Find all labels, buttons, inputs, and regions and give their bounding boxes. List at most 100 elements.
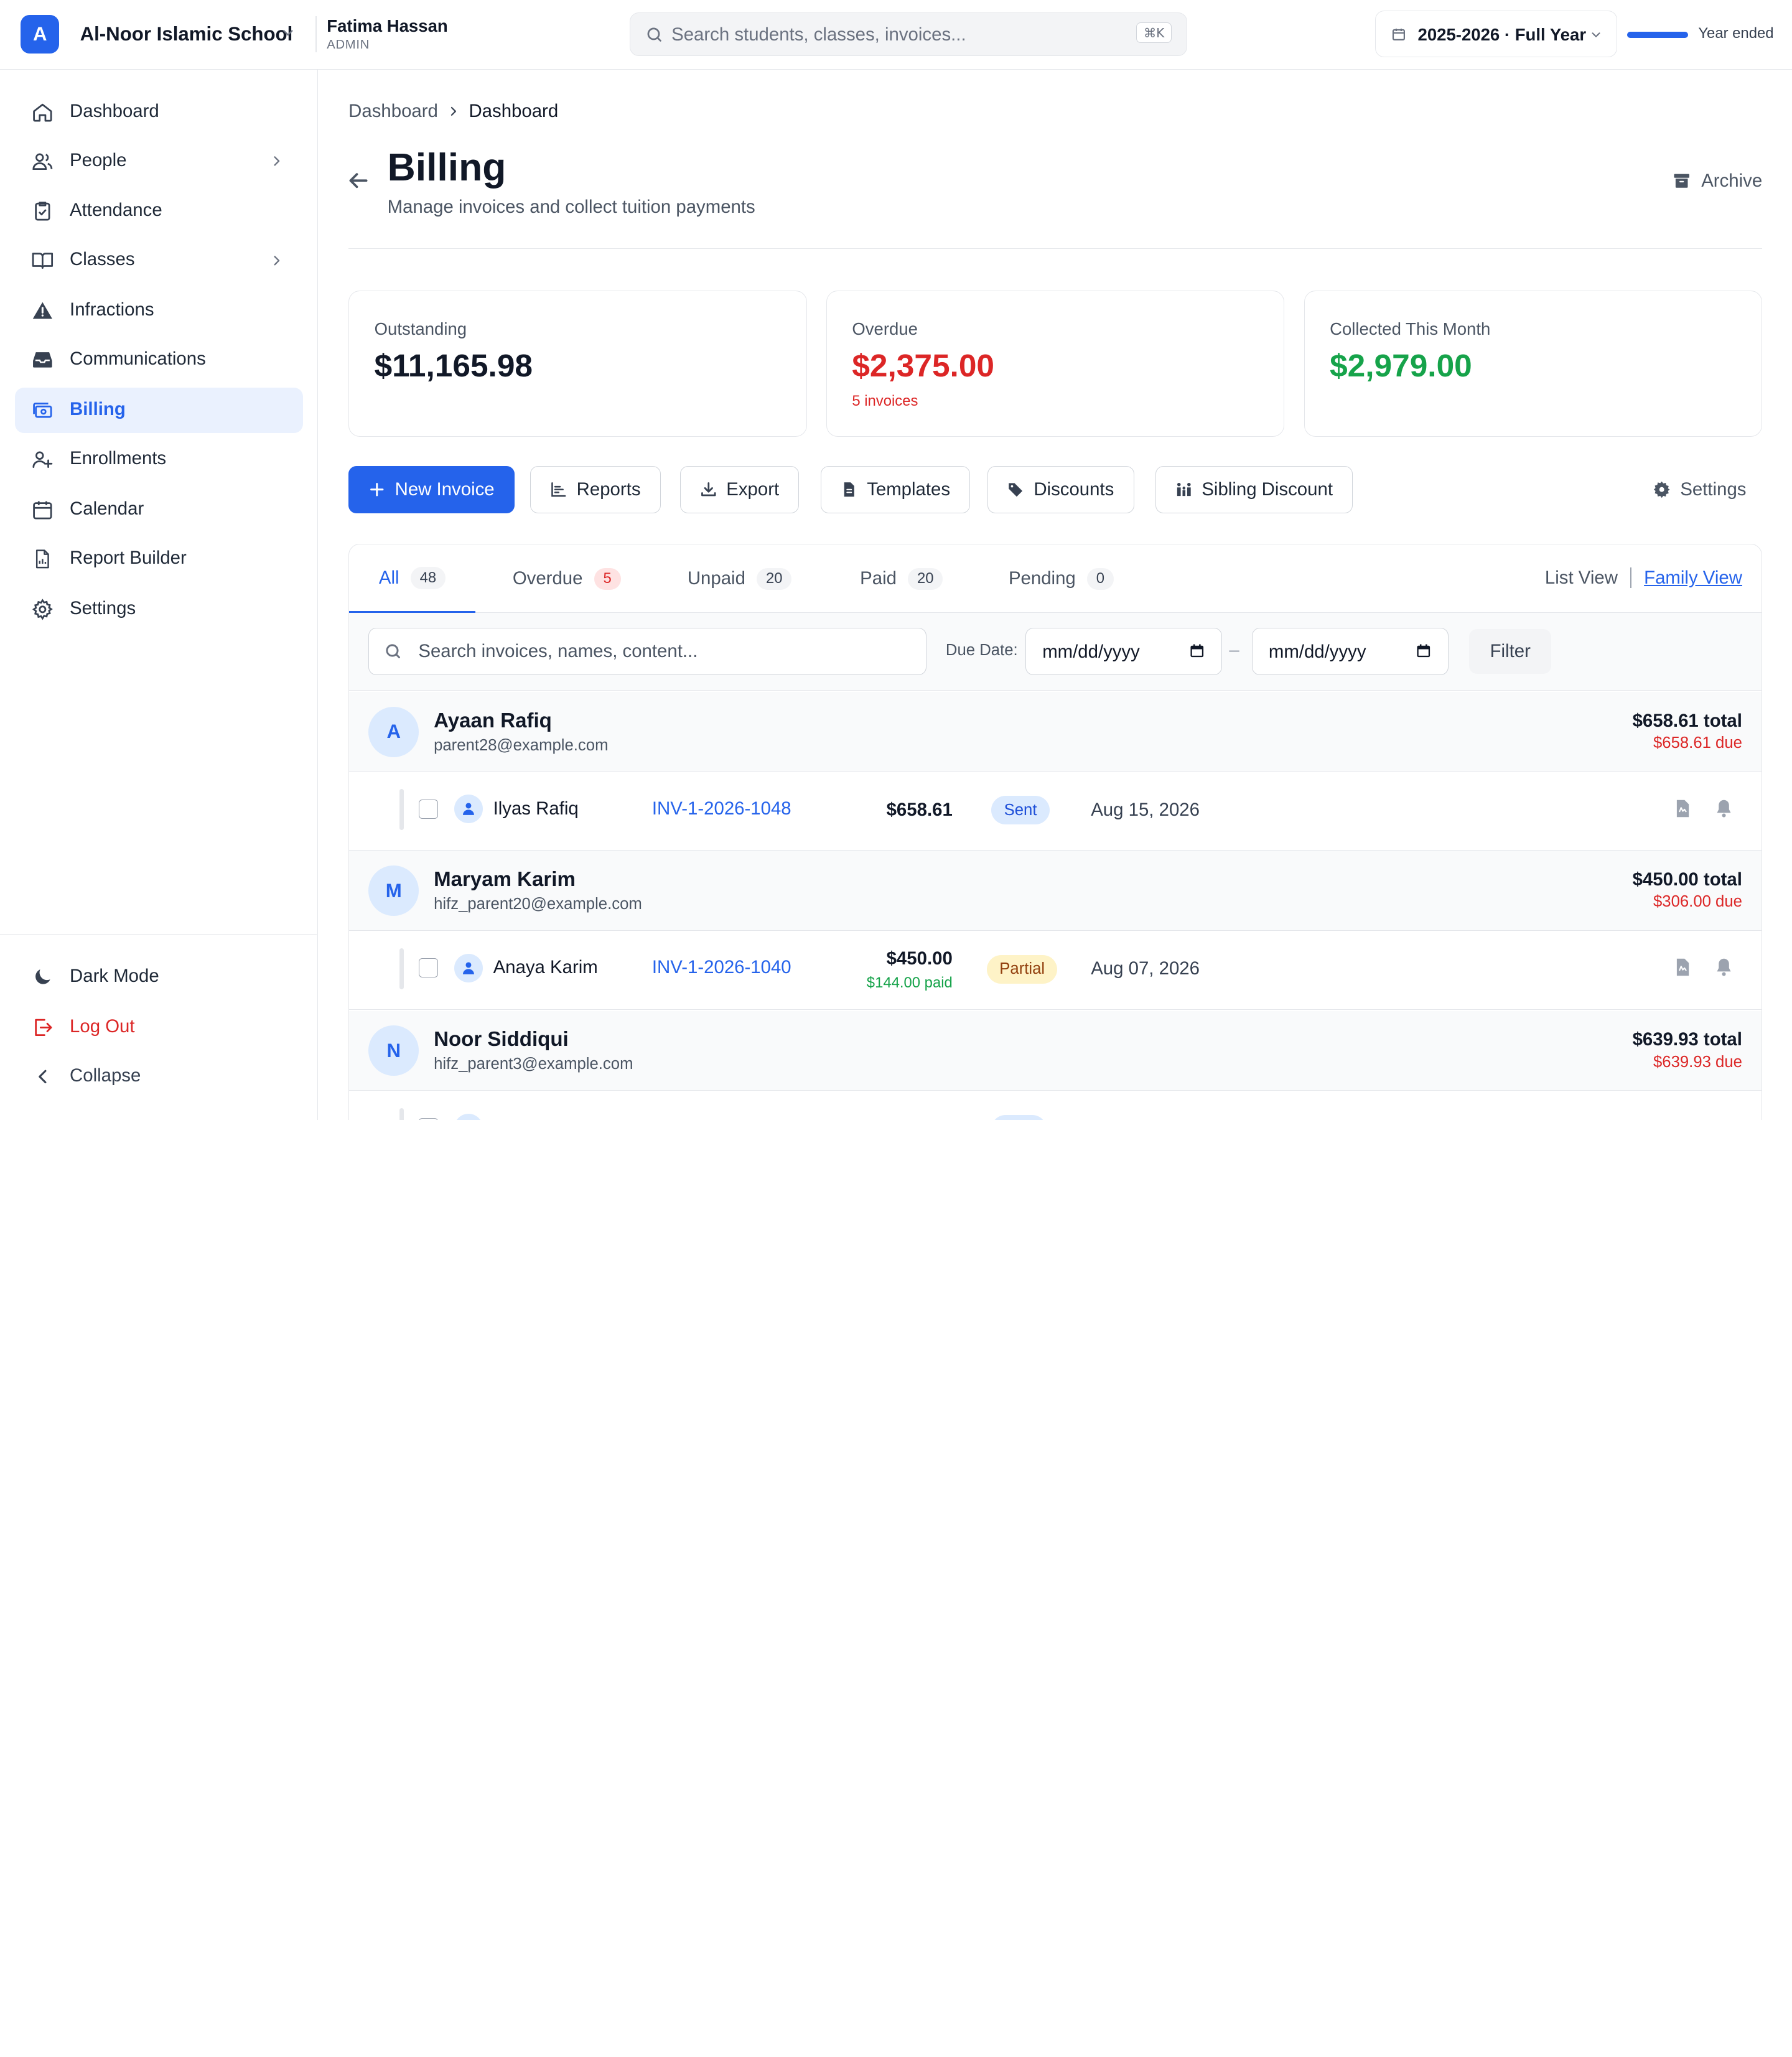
reports-button[interactable]: Reports xyxy=(530,466,661,513)
org-switcher[interactable]: Al-Noor Islamic School xyxy=(80,23,293,45)
sidebar: Dashboard People Attendance Classes Infr… xyxy=(0,70,318,1120)
sidebar-item-enrollments[interactable]: Enrollments xyxy=(15,437,303,482)
chevron-down-icon[interactable] xyxy=(280,25,296,41)
invoice-number-link[interactable]: INV-1-2026-1040 xyxy=(652,957,791,978)
breadcrumb-link[interactable]: Dashboard xyxy=(348,101,438,122)
year-progress-bar xyxy=(1627,32,1688,38)
school-year-select[interactable]: 2025-2026 · Full Year xyxy=(1374,10,1617,57)
family-email: hifz_parent3@example.com xyxy=(434,1055,633,1073)
avatar: N xyxy=(368,1025,419,1076)
avatar: A xyxy=(368,707,419,757)
sidebar-item-label: Attendance xyxy=(70,200,162,221)
stat-card-overdue[interactable]: Overdue $2,375.00 5 invoices xyxy=(826,290,1285,437)
sidebar-item-attendance[interactable]: Attendance xyxy=(15,189,303,234)
archive-button[interactable]: Archive xyxy=(1673,170,1762,192)
row-checkbox[interactable] xyxy=(419,799,439,819)
bell-icon[interactable] xyxy=(1714,957,1734,977)
download-icon xyxy=(701,482,716,497)
invoice-row[interactable]: Anaya Karim INV-1-2026-1040 $450.00 $144… xyxy=(349,931,1762,1010)
tab-overdue[interactable]: Overdue 5 xyxy=(483,544,650,613)
tab-all[interactable]: All 48 xyxy=(349,544,475,613)
sidebar-item-label: Dashboard xyxy=(70,100,159,121)
calendar-icon[interactable] xyxy=(1188,642,1206,660)
due-date-to[interactable]: mm/dd/yyyy xyxy=(1252,628,1449,675)
templates-button[interactable]: Templates xyxy=(820,466,971,513)
family-row[interactable]: M Maryam Karim hifz_parent20@example.com… xyxy=(349,851,1762,931)
logout-button[interactable]: Log Out xyxy=(15,1004,303,1050)
sibling-discount-label: Sibling Discount xyxy=(1202,479,1333,500)
chevron-down-icon xyxy=(1592,32,1600,37)
year-status: Year ended xyxy=(1698,25,1774,42)
main-content: Dashboard Dashboard Billing Manage invoi… xyxy=(317,70,1792,1120)
sidebar-item-dashboard[interactable]: Dashboard xyxy=(15,89,303,134)
due-date-from[interactable]: mm/dd/yyyy xyxy=(1025,628,1223,675)
sidebar-item-settings[interactable]: Settings xyxy=(15,586,303,632)
invoice-row[interactable] xyxy=(349,1091,1762,1120)
pdf-icon[interactable] xyxy=(1673,798,1693,819)
family-row[interactable]: N Noor Siddiqui hifz_parent3@example.com… xyxy=(349,1010,1762,1091)
sidebar-item-calendar[interactable]: Calendar xyxy=(15,487,303,532)
tab-count: 5 xyxy=(594,567,621,590)
dark-mode-toggle[interactable]: Dark Mode xyxy=(15,954,303,1000)
sidebar-item-people[interactable]: People xyxy=(15,138,303,184)
tab-pending[interactable]: Pending 0 xyxy=(979,544,1143,613)
tags-icon xyxy=(1009,483,1023,497)
pdf-icon[interactable] xyxy=(1673,957,1693,977)
school-year-label: 2025-2026 · Full Year xyxy=(1417,24,1587,44)
org-avatar[interactable]: A xyxy=(21,14,60,54)
stat-value: $2,375.00 xyxy=(852,347,995,384)
sidebar-item-communications[interactable]: Communications xyxy=(15,337,303,383)
list-view-link[interactable]: List View xyxy=(1545,567,1618,589)
bell-icon[interactable] xyxy=(1714,798,1734,819)
invoice-number-link[interactable]: INV-1-2026-1048 xyxy=(652,798,791,819)
sidebar-item-billing[interactable]: Billing xyxy=(14,387,303,434)
tab-label: Overdue xyxy=(512,568,583,589)
chevron-right-icon xyxy=(450,106,456,116)
moon-icon xyxy=(35,969,50,984)
invoice-row[interactable]: Ilyas Rafiq INV-1-2026-1048 $658.61 Sent… xyxy=(349,772,1762,851)
family-row[interactable]: A Ayaan Rafiq parent28@example.com $658.… xyxy=(349,692,1762,772)
back-arrow-icon[interactable] xyxy=(345,168,370,193)
global-search-input[interactable] xyxy=(671,20,1129,50)
page-subtitle: Manage invoices and collect tuition paym… xyxy=(387,196,755,217)
collapse-label: Collapse xyxy=(70,1065,141,1086)
sidebar-item-classes[interactable]: Classes xyxy=(15,238,303,283)
sidebar-item-label: Billing xyxy=(70,398,126,419)
family-due: $306.00 due xyxy=(1653,893,1742,911)
invoice-search[interactable] xyxy=(368,628,926,675)
stat-value: $11,165.98 xyxy=(374,347,533,384)
tab-paid[interactable]: Paid 20 xyxy=(830,544,973,613)
user-plus-icon xyxy=(32,451,52,468)
app-window: A Al-Noor Islamic School Fatima Hassan A… xyxy=(0,0,1792,1120)
billing-settings-button[interactable]: Settings xyxy=(1653,479,1746,500)
tab-unpaid[interactable]: Unpaid 20 xyxy=(658,544,821,613)
export-label: Export xyxy=(726,479,780,500)
student-avatar xyxy=(454,1113,483,1120)
collapse-button[interactable]: Collapse xyxy=(15,1053,303,1099)
divider xyxy=(1630,567,1631,589)
discounts-button[interactable]: Discounts xyxy=(987,466,1134,513)
stat-card-collected: Collected This Month $2,979.00 xyxy=(1304,290,1763,437)
new-invoice-button[interactable]: New Invoice xyxy=(348,466,515,513)
inbox-icon xyxy=(32,352,52,368)
invoice-tabs: All 48 Overdue 5 Unpaid 20 Paid 20 Pendi… xyxy=(349,544,1762,613)
filter-button[interactable]: Filter xyxy=(1469,629,1552,674)
sibling-discount-button[interactable]: Sibling Discount xyxy=(1155,466,1353,513)
calendar-icon xyxy=(1393,29,1406,41)
student-name: Anaya Karim xyxy=(493,957,598,978)
sidebar-item-infractions[interactable]: Infractions xyxy=(15,288,303,334)
invoice-search-input[interactable] xyxy=(418,638,898,665)
family-total: $658.61 total xyxy=(1632,710,1742,731)
calendar-icon[interactable] xyxy=(1415,642,1432,660)
filter-bar: Due Date: mm/dd/yyyy – mm/dd/yyyy Filter xyxy=(349,613,1762,691)
status-badge: Partial xyxy=(987,954,1058,984)
export-button[interactable]: Export xyxy=(679,466,800,513)
chevron-right-icon xyxy=(274,256,279,266)
home-icon xyxy=(32,103,52,122)
sidebar-item-report-builder[interactable]: Report Builder xyxy=(15,536,303,581)
family-view-link[interactable]: Family View xyxy=(1644,567,1742,589)
sidebar-item-label: People xyxy=(70,149,127,170)
stat-label: Collected This Month xyxy=(1330,319,1491,339)
global-search[interactable]: ⌘K xyxy=(630,12,1188,56)
row-checkbox[interactable] xyxy=(419,958,439,978)
